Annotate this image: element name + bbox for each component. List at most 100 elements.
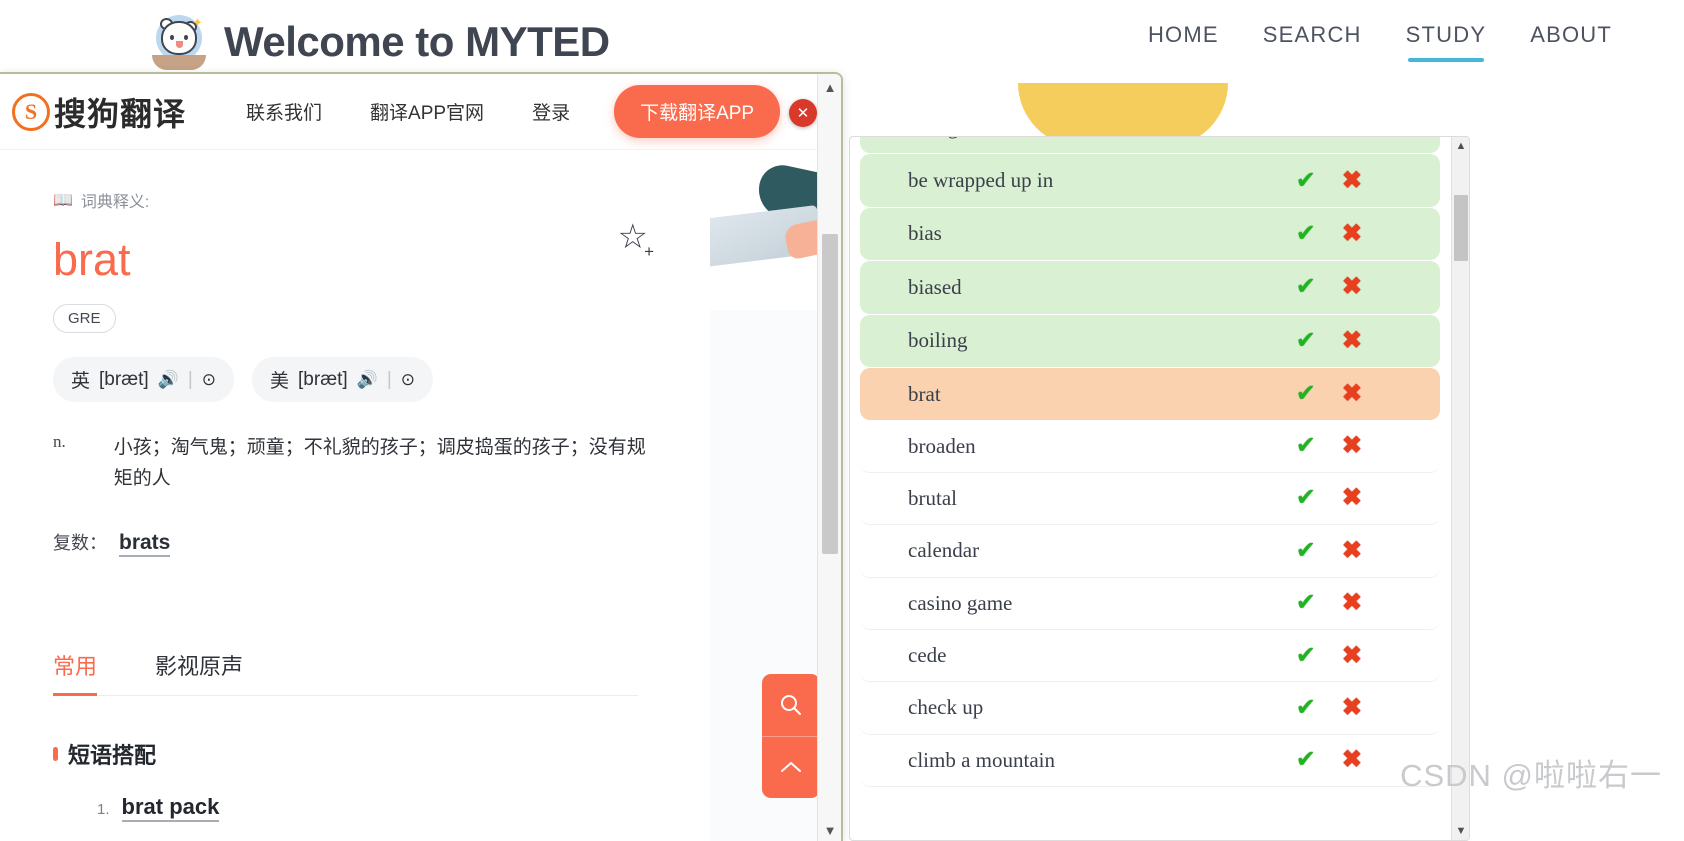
speaker-icon[interactable]: 🔊 [357, 370, 378, 390]
word-label: brat [908, 381, 941, 406]
table-row[interactable]: cede ✔ ✖ [860, 629, 1440, 683]
word-list-scrollbar[interactable]: ▲ ▼ [1451, 137, 1469, 840]
sogou-logo[interactable]: S 搜狗翻译 [12, 89, 186, 135]
table-row[interactable]: be wrapped up in ✔ ✖ [860, 154, 1440, 207]
word-label: boiling [908, 328, 968, 353]
divider: | [187, 368, 193, 390]
check-icon[interactable]: ✔ [1296, 695, 1316, 720]
cross-icon[interactable]: ✖ [1342, 695, 1362, 720]
play-circle-icon[interactable]: ⊙ [401, 370, 415, 390]
divider: | [386, 368, 392, 390]
check-icon[interactable]: ✔ [1296, 328, 1316, 353]
sogou-popup-scrollbar[interactable]: ▲ ▼ [817, 74, 841, 841]
row-actions: ✔✖ [1296, 168, 1362, 193]
check-icon[interactable]: ✔ [1296, 275, 1316, 299]
dictionary-section-header: 📖 词典释义: [53, 188, 710, 212]
download-app-button[interactable]: 下载翻译APP [614, 85, 781, 138]
nav-item-study[interactable]: STUDY [1406, 22, 1487, 62]
chevron-down-icon[interactable]: ▼ [1452, 822, 1469, 840]
page-title: Welcome to MYTED [224, 18, 610, 65]
check-icon[interactable]: ✔ [1296, 382, 1316, 406]
check-icon[interactable]: ✔ [1296, 538, 1316, 563]
table-row[interactable]: bias ✔ ✖ [860, 207, 1440, 261]
table-row[interactable]: check up ✔ ✖ [860, 682, 1440, 735]
tab-common[interactable]: 常用 [53, 649, 98, 696]
table-row[interactable]: climb a mountain ✔ ✖ [860, 734, 1440, 788]
scrollbar-thumb[interactable] [1454, 195, 1468, 261]
check-icon[interactable]: ✔ [1296, 591, 1316, 615]
cross-icon[interactable]: ✖ [1342, 328, 1362, 353]
plural-row: 复数： brats [53, 529, 710, 557]
nav-item-about[interactable]: ABOUT [1530, 22, 1612, 62]
check-icon[interactable]: ✔ [1296, 486, 1316, 510]
check-icon[interactable]: ✔ [1296, 168, 1316, 193]
phonetic-us[interactable]: 美 [bræt] 🔊 | ⊙ [252, 357, 433, 402]
sogou-link-login[interactable]: 登录 [532, 98, 570, 125]
table-row[interactable]: brat ✔ ✖ [860, 367, 1440, 421]
speaker-icon[interactable]: 🔊 [158, 370, 179, 390]
cross-icon[interactable]: ✖ [1342, 382, 1362, 406]
phonetic-us-ipa: [bræt] [298, 368, 348, 390]
word-list-panel: background✔✖be wrapped up in✔✖bias✔✖bias… [849, 136, 1470, 841]
cross-icon[interactable]: ✖ [1342, 275, 1362, 299]
cross-icon[interactable]: ✖ [1342, 434, 1362, 458]
tab-media[interactable]: 影视原声 [155, 649, 243, 695]
word-label: casino game [908, 590, 1013, 615]
bear-mascot-icon: ✦ [148, 11, 210, 73]
cross-icon[interactable]: ✖ [1342, 748, 1362, 772]
search-icon[interactable] [762, 674, 820, 736]
row-actions: ✔✖ [1296, 328, 1362, 353]
cross-icon[interactable]: ✖ [1342, 486, 1362, 510]
cross-icon[interactable]: ✖ [1342, 168, 1362, 193]
book-icon: 📖 [53, 192, 73, 209]
table-row[interactable]: casino game ✔ ✖ [860, 577, 1440, 630]
sogou-link-app-site[interactable]: 翻译APP官网 [370, 98, 484, 125]
check-icon[interactable]: ✔ [1296, 434, 1316, 458]
word-label: background [908, 137, 1007, 140]
word-label: biased [908, 274, 962, 299]
phrase-text[interactable]: brat pack [121, 794, 220, 822]
sogou-s-icon: S [12, 92, 50, 131]
plural-value[interactable]: brats [119, 531, 171, 557]
page-root: ✦ Welcome to MYTED HOME SEARCH STUDY ABO… [0, 0, 1684, 841]
row-actions: ✔✖ [1296, 591, 1362, 615]
phrase-section-header: 短语搭配 [53, 738, 710, 770]
table-row[interactable]: calendar ✔ ✖ [860, 525, 1440, 578]
row-actions: ✔✖ [1296, 695, 1362, 720]
cross-icon[interactable]: ✖ [1342, 591, 1362, 615]
nav-item-home[interactable]: HOME [1148, 22, 1219, 62]
list-item: 1. brat pack [97, 794, 710, 822]
check-icon[interactable]: ✔ [1296, 137, 1316, 139]
chevron-up-icon[interactable]: ▲ [1452, 137, 1469, 155]
chevron-up-icon[interactable]: ▲ [818, 76, 841, 98]
sogou-logo-text: 搜狗翻译 [54, 95, 187, 132]
cross-icon[interactable]: ✖ [1342, 538, 1362, 563]
headword: brat [53, 234, 131, 285]
check-icon[interactable]: ✔ [1296, 643, 1316, 668]
table-row[interactable]: brutal ✔ ✖ [860, 472, 1440, 526]
cross-icon[interactable]: ✖ [1342, 137, 1362, 139]
phonetic-uk[interactable]: 英 [bræt] 🔊 | ⊙ [53, 357, 234, 402]
word-label: cede [908, 643, 947, 668]
dictionary-tabs: 常用 影视原声 [53, 649, 638, 696]
sogou-link-contact[interactable]: 联系我们 [246, 98, 322, 125]
nav-item-search[interactable]: SEARCH [1263, 22, 1362, 62]
word-label: climb a mountain [908, 747, 1055, 772]
check-icon[interactable]: ✔ [1296, 748, 1316, 772]
word-label: check up [908, 695, 984, 720]
table-row[interactable]: biased ✔ ✖ [860, 261, 1440, 314]
chevron-down-icon[interactable]: ▼ [818, 819, 841, 841]
cross-icon[interactable]: ✖ [1342, 221, 1362, 246]
check-icon[interactable]: ✔ [1296, 221, 1316, 246]
table-row[interactable]: background✔✖ [860, 137, 1440, 154]
row-actions: ✔✖ [1296, 137, 1362, 139]
table-row[interactable]: broaden ✔ ✖ [860, 420, 1440, 473]
chevron-up-icon[interactable] [762, 735, 820, 799]
cross-icon[interactable]: ✖ [1342, 643, 1362, 668]
phonetic-uk-ipa: [bræt] [99, 368, 149, 390]
word-label: calendar [908, 538, 980, 563]
close-icon[interactable]: ✕ [789, 99, 817, 127]
table-row[interactable]: boiling ✔ ✖ [860, 314, 1440, 367]
scrollbar-thumb[interactable] [822, 234, 838, 554]
play-circle-icon[interactable]: ⊙ [202, 370, 216, 390]
